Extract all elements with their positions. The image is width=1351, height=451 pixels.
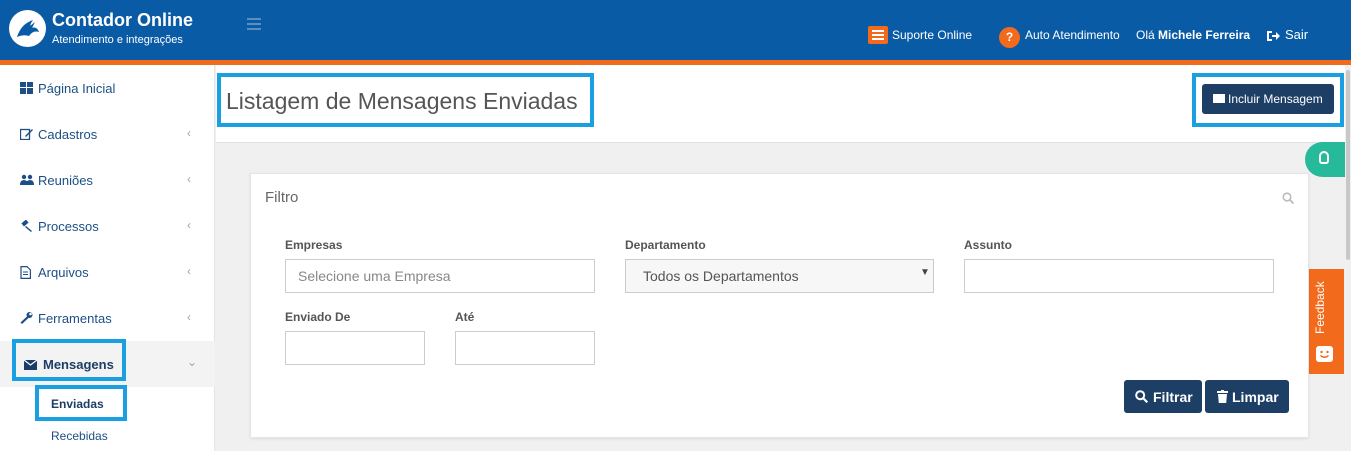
ate-input[interactable]: [455, 331, 595, 365]
sidebar-item-processos[interactable]: Processos ‹: [0, 203, 215, 249]
sidebar-item-cadastros[interactable]: Cadastros ‹: [0, 111, 215, 157]
search-icon: [1135, 390, 1149, 406]
chevron-left-icon: ‹: [187, 172, 191, 186]
sidebar-item-arquivos[interactable]: Arquivos ‹: [0, 249, 215, 295]
brand-subtitle: Atendimento e integrações: [52, 34, 183, 46]
sidebar-item-label: Reuniões: [38, 173, 93, 188]
logo-icon: [9, 10, 46, 47]
brand-title: Contador Online: [52, 10, 193, 30]
wrench-icon: [20, 312, 33, 324]
chevron-left-icon: ‹: [187, 264, 191, 278]
brand[interactable]: Contador Online Atendimento e integraçõe…: [0, 0, 215, 60]
highlight-box-mensagens: [12, 339, 126, 381]
user-name: Michele Ferreira: [1158, 28, 1251, 42]
gavel-icon: [20, 219, 33, 232]
sidebar-item-home[interactable]: Página Inicial: [0, 65, 215, 111]
sidebar-item-reunioes[interactable]: Reuniões ‹: [0, 157, 215, 203]
empresas-label: Empresas: [285, 238, 343, 252]
sidebar-subitem-recebidas[interactable]: Recebidas: [51, 429, 108, 443]
self-service-link[interactable]: Auto Atendimento: [1025, 28, 1120, 42]
help-icon[interactable]: ?: [999, 27, 1020, 48]
chat-icon[interactable]: [868, 26, 888, 44]
enviado-de-input[interactable]: [285, 331, 425, 365]
sidebar-item-ferramentas[interactable]: Ferramentas ‹: [0, 295, 215, 341]
scrollbar-thumb[interactable]: [1346, 70, 1350, 260]
edit-icon: [19, 128, 33, 141]
highlight-box-title: [217, 73, 594, 127]
sidebar-item-label: Processos: [38, 219, 99, 234]
departamento-label: Departamento: [625, 238, 706, 252]
greeting-text: Olá: [1136, 28, 1155, 42]
logout-icon[interactable]: [1266, 29, 1280, 41]
sidebar-item-label: Página Inicial: [38, 81, 116, 96]
smiley-icon: [1316, 346, 1333, 362]
search-icon[interactable]: [1282, 191, 1295, 205]
ate-label: Até: [455, 310, 475, 324]
filter-button[interactable]: Filtrar: [1124, 380, 1202, 413]
empresas-input[interactable]: [285, 259, 595, 293]
highlight-box-include-button: [1192, 73, 1344, 127]
users-icon: [20, 174, 34, 186]
file-icon: [20, 266, 33, 279]
enviado-de-label: Enviado De: [285, 310, 351, 324]
assunto-input[interactable]: [964, 259, 1274, 293]
clear-button[interactable]: Limpar: [1205, 380, 1289, 413]
menu-toggle-icon[interactable]: [247, 18, 261, 30]
assunto-label: Assunto: [964, 238, 1012, 252]
sidebar-item-label: Cadastros: [38, 127, 98, 142]
lightbulb-icon: [1319, 151, 1329, 164]
highlight-box-enviadas: [35, 385, 127, 421]
chevron-down-icon: ⌄: [187, 355, 198, 369]
caret-down-icon: ▼: [920, 267, 930, 278]
dashboard-icon: [20, 82, 33, 94]
logout-link[interactable]: Sair: [1285, 27, 1308, 42]
support-online-link[interactable]: Suporte Online: [892, 28, 972, 42]
departamento-select[interactable]: Todos os Departamentos: [625, 259, 934, 293]
tips-tab[interactable]: [1305, 142, 1345, 177]
feedback-label: Feedback: [1313, 281, 1327, 334]
chevron-left-icon: ‹: [187, 126, 191, 140]
sidebar-item-label: Arquivos: [38, 265, 89, 280]
sidebar-item-label: Ferramentas: [38, 311, 112, 326]
filter-title: Filtro: [265, 189, 299, 206]
chevron-left-icon: ‹: [187, 218, 191, 232]
trash-icon: [1217, 390, 1228, 406]
chevron-left-icon: ‹: [187, 310, 191, 324]
user-greeting: Olá Michele Ferreira: [1136, 28, 1250, 42]
